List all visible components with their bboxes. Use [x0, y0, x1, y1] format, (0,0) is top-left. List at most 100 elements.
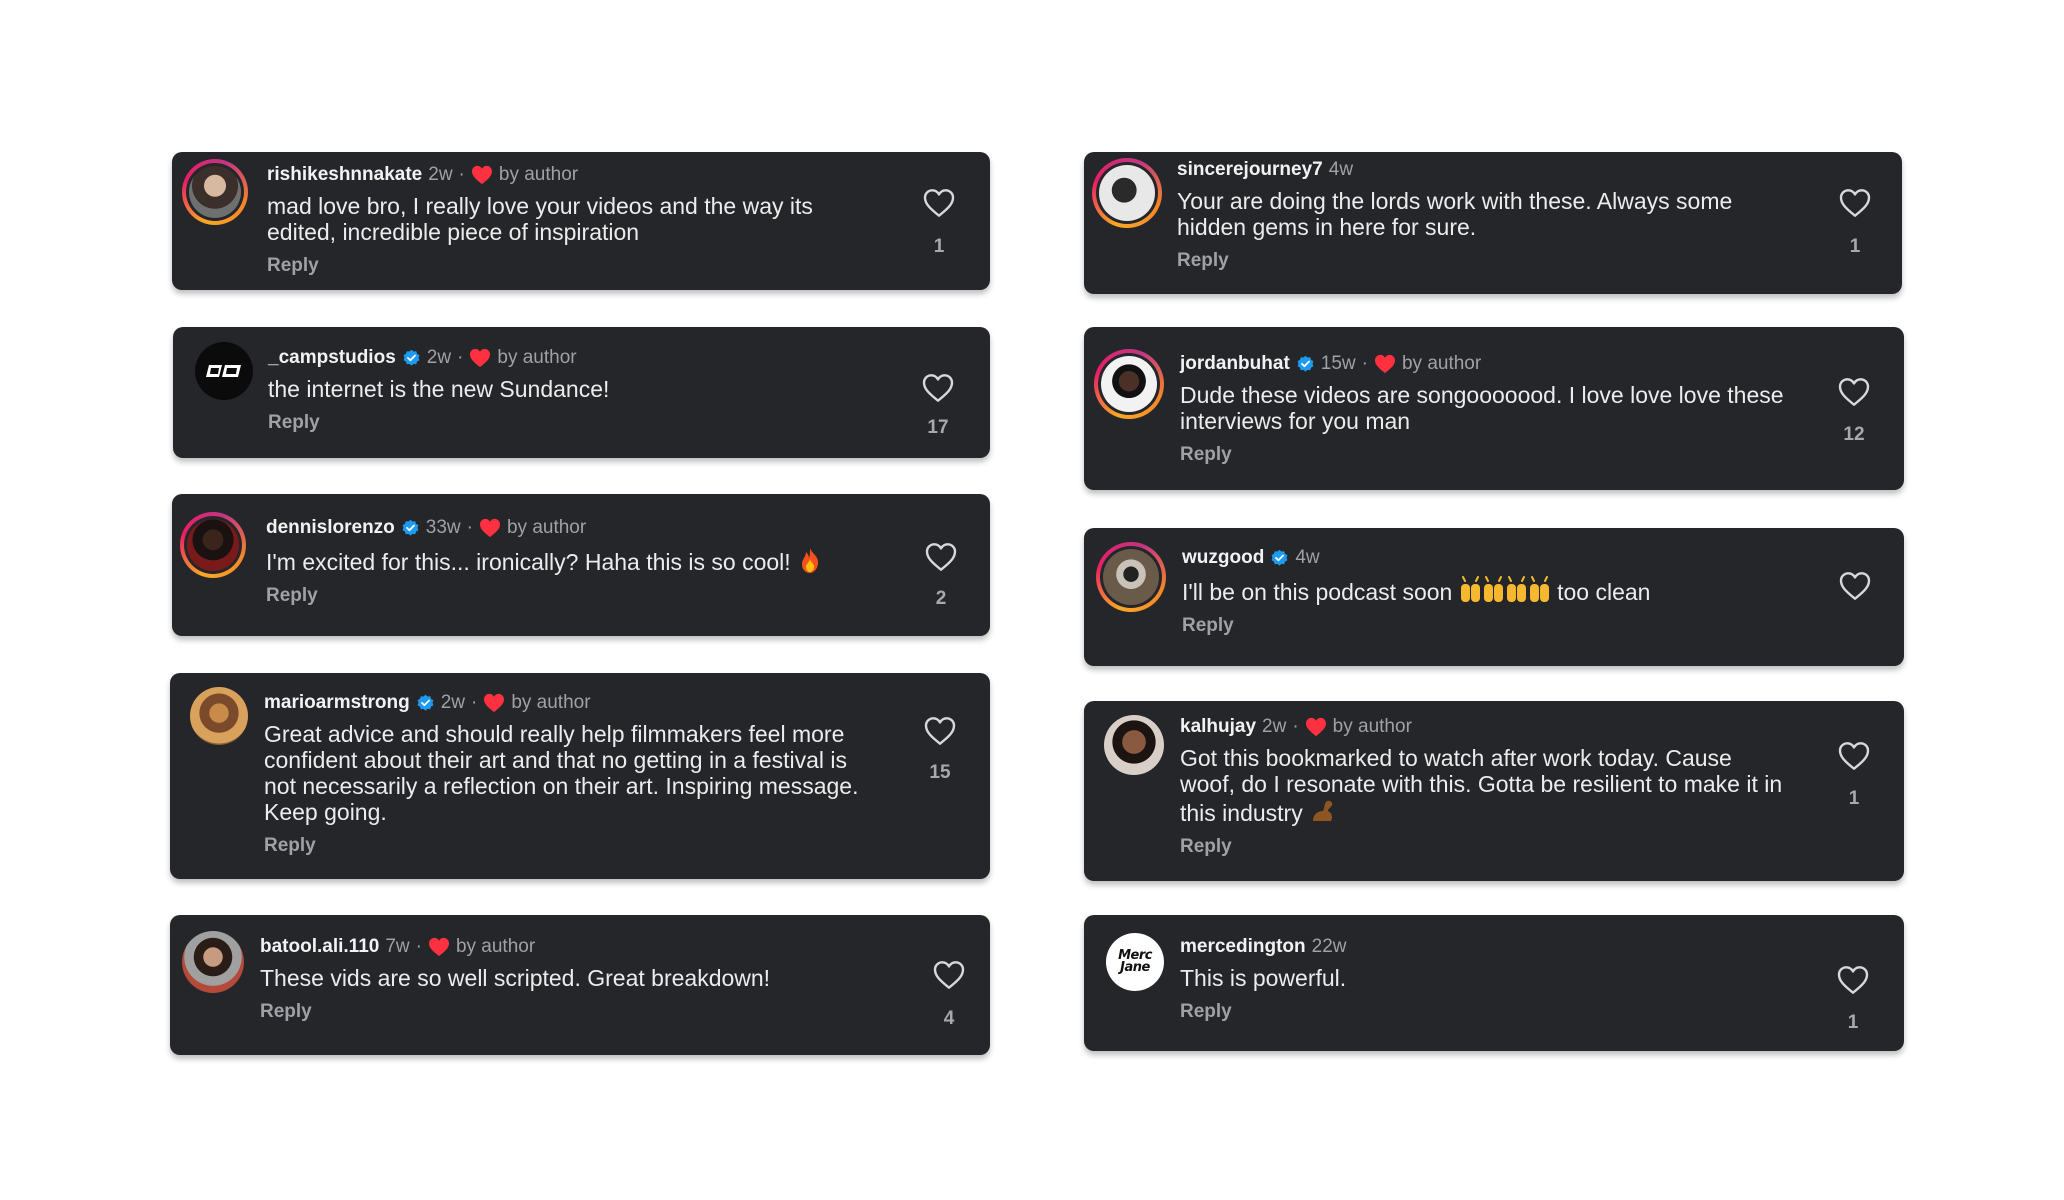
- comment-card: kalhujay 2w · by author Got this bookmar…: [1084, 701, 1904, 881]
- avatar[interactable]: [180, 512, 246, 578]
- heart-icon: [428, 937, 450, 957]
- avatar[interactable]: Merc Jane: [1106, 933, 1164, 991]
- timestamp: 2w: [426, 347, 452, 368]
- avatar[interactable]: [1096, 542, 1166, 612]
- reply-button[interactable]: Reply: [268, 412, 875, 434]
- like-count: 1: [933, 236, 945, 257]
- heart-outline-icon[interactable]: [1838, 741, 1870, 771]
- comment-text: Dude these videos are songooooood. I lov…: [1180, 382, 1784, 434]
- comment-text: the internet is the new Sundance!: [268, 376, 610, 402]
- username[interactable]: _campstudios: [268, 346, 396, 370]
- reply-button[interactable]: Reply: [264, 835, 875, 857]
- heart-outline-icon[interactable]: [922, 373, 954, 403]
- by-author-label: by author: [498, 164, 579, 185]
- avatar[interactable]: [195, 342, 253, 400]
- username[interactable]: sincerejourney7: [1177, 158, 1323, 182]
- like-count: 2: [935, 588, 947, 609]
- comment-meta: dennislorenzo 33w · by author: [266, 516, 875, 540]
- avatar[interactable]: [182, 931, 244, 993]
- timestamp: 4w: [1328, 159, 1354, 180]
- heart-outline-icon[interactable]: [1839, 188, 1871, 218]
- raising-hands-emoji-icon: [1460, 576, 1549, 602]
- comment-text-body: Got this bookmarked to watch after work …: [1180, 745, 1783, 826]
- comment-text: mad love bro, I really love your videos …: [267, 193, 813, 245]
- username[interactable]: rishikeshnnakate: [267, 163, 422, 187]
- like-count: 1: [1847, 1012, 1859, 1033]
- reply-button[interactable]: Reply: [1180, 1001, 1789, 1023]
- separator: ·: [457, 347, 464, 368]
- comment-text-tail: too clean: [1557, 579, 1651, 605]
- heart-outline-icon[interactable]: [1838, 377, 1870, 407]
- verified-badge-icon: [416, 694, 435, 713]
- like-count: 1: [1849, 236, 1861, 257]
- heart-outline-icon[interactable]: [925, 542, 957, 572]
- heart-outline-icon[interactable]: [1839, 571, 1871, 601]
- separator: ·: [458, 164, 465, 185]
- comment-card: batool.ali.110 7w · by author These vids…: [170, 915, 990, 1055]
- reply-button[interactable]: Reply: [1177, 250, 1787, 272]
- like-count: 15: [929, 762, 951, 783]
- like-count: 12: [1843, 424, 1865, 445]
- comment-meta: wuzgood 4w: [1182, 546, 1789, 570]
- avatar-logo-text: Merc Jane: [1118, 948, 1152, 975]
- reply-button[interactable]: Reply: [1182, 615, 1789, 637]
- like-count: 4: [943, 1008, 955, 1029]
- verified-badge-icon: [402, 349, 421, 368]
- comment-meta: jordanbuhat 15w · by author: [1180, 352, 1789, 376]
- heart-outline-icon[interactable]: [933, 960, 965, 990]
- username[interactable]: kalhujay: [1180, 715, 1256, 739]
- separator: ·: [415, 936, 422, 957]
- timestamp: 2w: [428, 164, 453, 185]
- comment-text: I'll be on this podcast soon too clean: [1182, 576, 1789, 605]
- heart-outline-icon[interactable]: [924, 716, 956, 746]
- username[interactable]: marioarmstrong: [264, 691, 410, 715]
- username[interactable]: jordanbuhat: [1180, 352, 1290, 376]
- by-author-label: by author: [497, 347, 577, 368]
- comment-text: Got this bookmarked to watch after work …: [1180, 745, 1789, 826]
- comment-text: These vids are so well scripted. Great b…: [260, 965, 771, 991]
- username[interactable]: dennislorenzo: [266, 516, 395, 540]
- timestamp: 2w: [440, 692, 465, 713]
- by-author-label: by author: [506, 517, 587, 538]
- comment-text-body: I'm excited for this... ironically? Haha…: [266, 549, 791, 575]
- comment-text-body: I'll be on this podcast soon: [1182, 579, 1453, 605]
- by-author-label: by author: [1332, 716, 1412, 737]
- heart-icon: [1305, 717, 1327, 737]
- comment-card: rishikeshnnakate 2w · by author mad love…: [172, 152, 990, 290]
- verified-badge-icon: [1270, 549, 1289, 568]
- heart-icon: [479, 518, 501, 538]
- comment-card: marioarmstrong 2w · by author Great advi…: [170, 673, 990, 879]
- comment-text: Great advice and should really help film…: [264, 721, 859, 825]
- flexed-biceps-emoji-icon: [1313, 800, 1333, 821]
- comment-meta: _campstudios 2w · by author: [268, 346, 875, 370]
- username[interactable]: batool.ali.110: [260, 935, 379, 959]
- heart-icon: [483, 693, 505, 713]
- username[interactable]: mercedington: [1180, 935, 1306, 959]
- avatar[interactable]: [182, 159, 248, 225]
- reply-button[interactable]: Reply: [266, 585, 875, 607]
- comment-card: wuzgood 4w I'll be on this podcast soon: [1084, 528, 1904, 666]
- reply-button[interactable]: Reply: [260, 1001, 875, 1023]
- avatar[interactable]: [1094, 349, 1164, 419]
- campstudios-logo-icon: [206, 365, 241, 377]
- like-count: 1: [1848, 788, 1860, 809]
- reply-button[interactable]: Reply: [267, 255, 875, 277]
- reply-button[interactable]: Reply: [1180, 444, 1789, 466]
- heart-outline-icon[interactable]: [1837, 965, 1869, 995]
- verified-badge-icon: [1296, 355, 1315, 374]
- comment-text: This is powerful.: [1180, 965, 1347, 991]
- like-count: 17: [927, 417, 949, 438]
- reply-button[interactable]: Reply: [1180, 836, 1789, 858]
- timestamp: 22w: [1311, 936, 1347, 957]
- comment-meta: kalhujay 2w · by author: [1180, 715, 1789, 739]
- heart-icon: [469, 348, 491, 368]
- avatar[interactable]: [190, 687, 248, 745]
- timestamp: 4w: [1295, 547, 1320, 568]
- avatar[interactable]: [1092, 158, 1162, 228]
- heart-icon: [1374, 354, 1396, 374]
- avatar[interactable]: [1104, 715, 1164, 775]
- username[interactable]: wuzgood: [1182, 546, 1264, 570]
- timestamp: 2w: [1262, 716, 1287, 737]
- heart-outline-icon[interactable]: [923, 188, 955, 218]
- comment-meta: marioarmstrong 2w · by author: [264, 691, 875, 715]
